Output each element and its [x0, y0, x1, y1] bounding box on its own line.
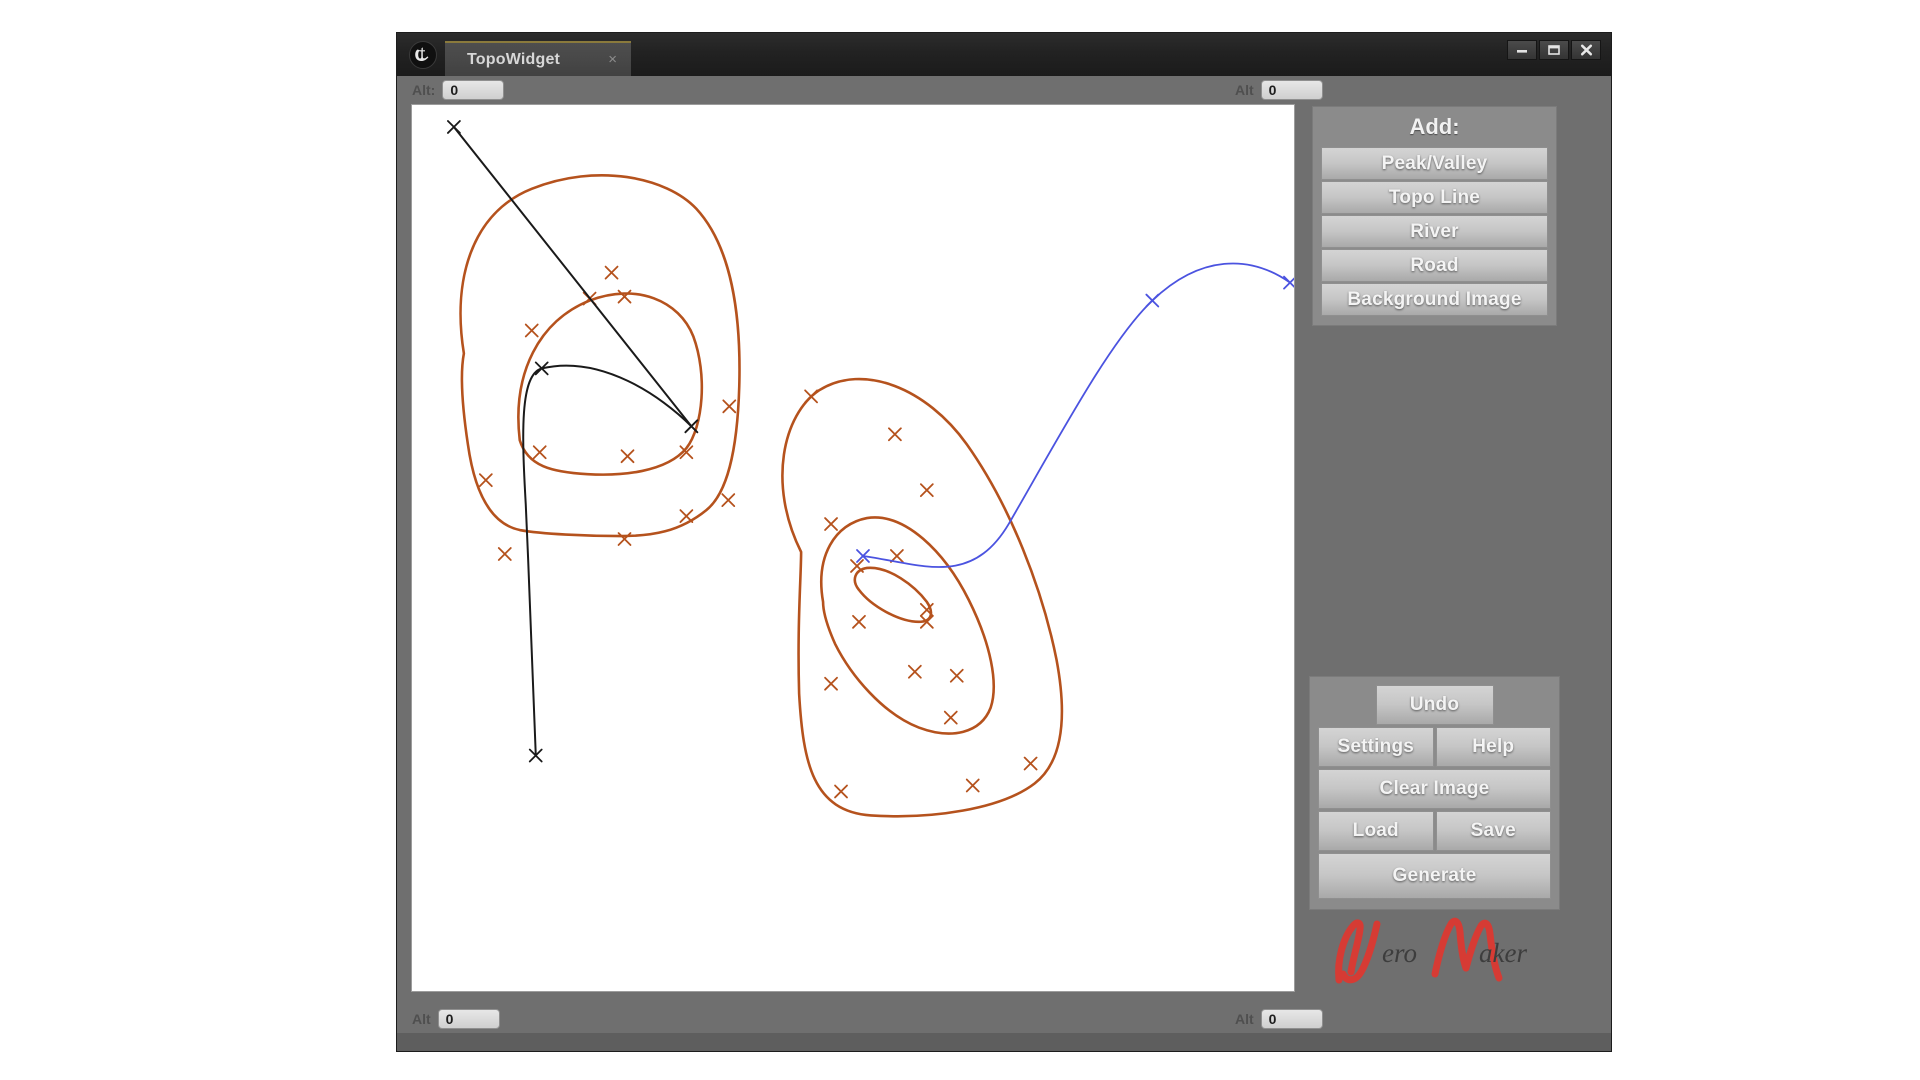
add-panel: Add: Peak/Valley Topo Line River Road Ba… [1312, 106, 1557, 326]
alt-label-top-right: Alt [1235, 82, 1254, 98]
topo-contour-left-inner-stroke [517, 292, 704, 476]
tab-topowidget[interactable]: TopoWidget × [445, 41, 631, 76]
control-point-marker[interactable] [604, 265, 619, 280]
close-button[interactable] [1571, 40, 1601, 60]
control-point-marker[interactable] [1023, 756, 1038, 771]
control-point-marker[interactable] [890, 549, 904, 563]
control-point-marker[interactable] [949, 668, 964, 683]
alt-field-bottom-left-group: Alt 0 [412, 1009, 500, 1029]
undo-button[interactable]: Undo [1375, 685, 1494, 725]
action-panel: Undo Settings Help Clear Image Load Save… [1309, 676, 1560, 910]
tab-strip: TopoWidget × [445, 41, 631, 76]
generate-button[interactable]: Generate [1318, 853, 1551, 899]
river-blue[interactable] [856, 262, 1294, 568]
add-road-button[interactable]: Road [1321, 249, 1548, 282]
road-hook[interactable] [522, 361, 699, 763]
control-point-marker[interactable] [447, 120, 461, 134]
control-point-marker[interactable] [679, 509, 694, 523]
peak-marker-right[interactable] [907, 664, 922, 679]
save-button[interactable]: Save [1435, 811, 1551, 851]
add-topo-line-button[interactable]: Topo Line [1321, 181, 1548, 214]
control-point-marker[interactable] [824, 676, 838, 691]
control-point-marker[interactable] [888, 427, 902, 442]
topo-contour-left-inner[interactable] [517, 289, 704, 476]
status-strip [397, 1033, 1611, 1051]
alt-input-top-left[interactable]: 0 [442, 80, 505, 100]
screen-root: TopoWidget × Alt: 0 Alt 0 Alt 0 Alt 0 Ad… [0, 0, 1920, 1080]
clear-image-button[interactable]: Clear Image [1318, 769, 1551, 809]
control-point-marker[interactable] [943, 710, 958, 725]
add-panel-heading: Add: [1409, 114, 1460, 139]
topo-canvas[interactable] [411, 104, 1295, 992]
help-button[interactable]: Help [1435, 727, 1551, 767]
load-button[interactable]: Load [1318, 811, 1434, 851]
road-long-diagonal[interactable] [447, 120, 699, 434]
control-point-marker[interactable] [834, 784, 848, 799]
alt-bar-bottom: Alt 0 Alt 0 [397, 1005, 1611, 1033]
topo-contour-right-inner[interactable] [850, 559, 934, 629]
load-save-row: Load Save [1318, 811, 1551, 851]
minimize-button[interactable] [1507, 40, 1537, 60]
alt-field-top-right-group: Alt 0 [1235, 80, 1323, 100]
settings-help-row: Settings Help [1318, 727, 1551, 767]
alt-input-top-right[interactable]: 0 [1260, 80, 1323, 100]
topo-contour-right-inner-stroke [853, 566, 933, 624]
topo-contour-right-mid-stroke [820, 516, 995, 735]
alt-input-bottom-left[interactable]: 0 [437, 1009, 500, 1029]
control-point-marker[interactable] [907, 664, 922, 679]
road-long-diagonal-stroke [452, 125, 693, 428]
control-point-marker[interactable] [524, 323, 539, 338]
add-river-button[interactable]: River [1321, 215, 1548, 248]
alt-bar-top: Alt: 0 Alt 0 [397, 76, 1611, 104]
control-point-marker[interactable] [919, 483, 934, 498]
svg-text:aker: aker [1479, 938, 1527, 968]
tab-close-icon[interactable]: × [608, 52, 617, 67]
alt-label-top-left: Alt: [412, 82, 436, 98]
alt-field-top-left-group: Alt: 0 [412, 80, 505, 100]
control-point-marker[interactable] [1283, 275, 1294, 290]
window-body: Alt: 0 Alt 0 Alt 0 Alt 0 Add: Peak/Valle… [397, 76, 1611, 1051]
control-point-marker[interactable] [824, 517, 838, 531]
control-point-marker[interactable] [478, 473, 493, 488]
alt-input-bottom-right[interactable]: 0 [1260, 1009, 1323, 1029]
alt-field-bottom-right-group: Alt 0 [1235, 1009, 1323, 1029]
control-point-marker[interactable] [497, 547, 512, 561]
window-controls [1507, 40, 1601, 60]
title-bar: TopoWidget × [397, 33, 1611, 76]
control-point-marker[interactable] [965, 778, 980, 793]
control-point-marker[interactable] [721, 493, 736, 507]
alt-label-bottom-right: Alt [1235, 1011, 1254, 1027]
control-point-marker[interactable] [722, 399, 737, 414]
add-background-image-button[interactable]: Background Image [1321, 283, 1548, 316]
control-point-marker[interactable] [804, 389, 818, 404]
topo-contour-right-mid[interactable] [820, 516, 995, 735]
control-point-marker[interactable] [852, 614, 866, 629]
add-peak-valley-button[interactable]: Peak/Valley [1321, 147, 1548, 180]
svg-text:ero: ero [1382, 938, 1417, 968]
settings-button[interactable]: Settings [1318, 727, 1434, 767]
alt-label-bottom-left: Alt [412, 1011, 431, 1027]
maximize-button[interactable] [1539, 40, 1569, 60]
control-point-marker[interactable] [532, 445, 547, 460]
undo-row: Undo [1318, 685, 1551, 725]
river-blue-stroke [862, 262, 1291, 568]
control-point-marker[interactable] [684, 419, 699, 434]
application-window: TopoWidget × Alt: 0 Alt 0 Alt 0 Alt 0 Ad… [396, 32, 1612, 1052]
control-point-marker[interactable] [1145, 293, 1160, 308]
heromaker-logo: ero aker [1327, 916, 1542, 988]
tab-label: TopoWidget [467, 50, 561, 68]
road-hook-stroke [522, 364, 693, 755]
unreal-engine-icon [406, 38, 440, 72]
topo-contour-left-outer[interactable] [459, 173, 741, 561]
control-point-marker[interactable] [620, 449, 635, 464]
